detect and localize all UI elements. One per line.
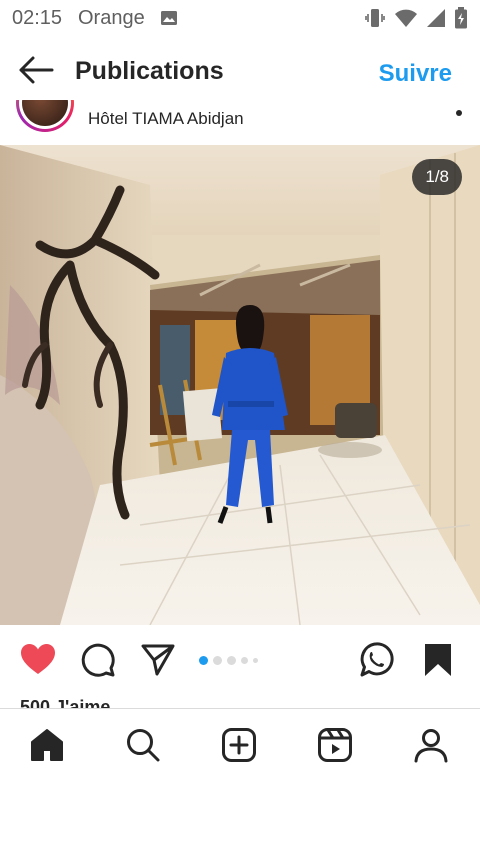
search-icon[interactable] (125, 727, 161, 763)
arrow-left-icon[interactable] (16, 54, 56, 86)
app-header: Publications Suivre (0, 38, 480, 100)
follow-button[interactable]: Suivre (379, 60, 452, 88)
create-icon[interactable] (221, 727, 257, 763)
profile-icon[interactable] (413, 727, 449, 763)
carousel-indicator (199, 656, 258, 665)
whatsapp-icon[interactable] (358, 642, 394, 678)
image-counter: 1/8 (412, 159, 462, 195)
battery-icon (455, 7, 467, 29)
home-icon[interactable] (29, 727, 65, 763)
system-area (0, 784, 480, 854)
page-title: Publications (75, 57, 224, 85)
status-carrier: Orange (78, 7, 145, 29)
signal-icon (427, 9, 445, 27)
carousel-dot (199, 656, 208, 665)
more-options-icon[interactable] (456, 110, 462, 116)
vibrate-icon (365, 9, 385, 27)
reels-icon[interactable] (317, 727, 353, 763)
carousel-dot (213, 656, 222, 665)
carousel-dot (253, 658, 258, 663)
gallery-icon (161, 11, 177, 25)
post-actions (0, 636, 480, 684)
bottom-navigation (0, 708, 480, 784)
bookmark-filled-icon[interactable] (420, 642, 456, 678)
carousel-dot (227, 656, 236, 665)
heart-filled-icon[interactable] (20, 642, 56, 678)
status-icons (364, 7, 468, 29)
post-location[interactable]: Hôtel TIAMA Abidjan (88, 109, 244, 129)
likes-count[interactable]: 500 J'aime (20, 694, 480, 708)
avatar[interactable] (16, 100, 74, 132)
wifi-icon (395, 9, 417, 27)
post-header: Hôtel TIAMA Abidjan (0, 100, 480, 144)
status-bar: 02:15 Orange (0, 0, 480, 38)
hotel-lobby-photo (0, 145, 480, 625)
comment-icon[interactable] (80, 642, 116, 678)
share-icon[interactable] (140, 642, 176, 678)
status-time: 02:15 (12, 7, 63, 29)
post-image[interactable]: 1/8 (0, 145, 480, 625)
carousel-dot (241, 657, 248, 664)
